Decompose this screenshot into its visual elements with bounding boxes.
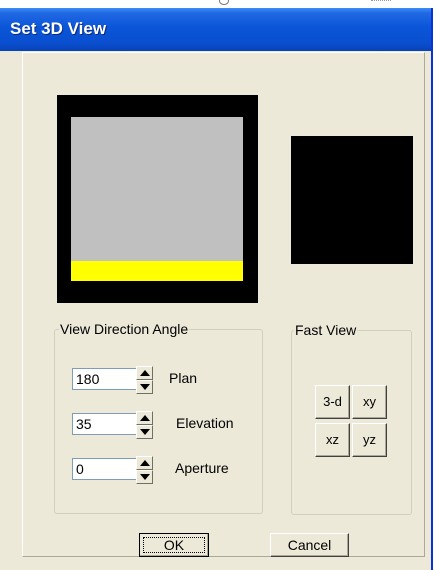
background-window-fragment: [215, 0, 415, 8]
preview-base: [71, 261, 243, 281]
fast-view-xz-button[interactable]: xz: [315, 423, 350, 457]
aperture-label: Aperture: [175, 460, 229, 476]
3d-view-preview: [57, 95, 258, 303]
aperture-spin-down-button[interactable]: [136, 470, 153, 484]
fast-view-xy-button[interactable]: xy: [352, 385, 387, 419]
background-line: [371, 0, 391, 3]
elevation-spin-down-button[interactable]: [136, 425, 153, 439]
plan-spin-down-button[interactable]: [136, 380, 153, 394]
background-glyph-icon: [219, 0, 229, 5]
aperture-input[interactable]: 0: [72, 458, 139, 480]
elevation-spin-up-button[interactable]: [136, 411, 153, 425]
title-bar[interactable]: Set 3D View: [0, 8, 431, 51]
plan-label: Plan: [169, 370, 198, 386]
plan-spin-up-button[interactable]: [136, 366, 153, 380]
aperture-spin-up-button[interactable]: [136, 456, 153, 470]
screen: Set 3D View View Direction Angle 180 Pla…: [0, 0, 439, 570]
plan-spinner: [136, 366, 153, 394]
view-direction-label: View Direction Angle: [59, 321, 190, 337]
aperture-spinner: [136, 456, 153, 484]
preview-plane: [71, 117, 243, 261]
ok-button[interactable]: OK: [139, 533, 209, 557]
down-arrow-icon: [140, 429, 150, 435]
elevation-label: Elevation: [176, 415, 234, 431]
plan-input[interactable]: 180: [72, 368, 139, 390]
orientation-preview: [291, 136, 413, 264]
down-arrow-icon: [140, 384, 150, 390]
cancel-button[interactable]: Cancel: [270, 533, 349, 557]
fast-view-3d-button[interactable]: 3-d: [315, 385, 350, 419]
down-arrow-icon: [140, 474, 150, 480]
elevation-spinner: [136, 411, 153, 439]
fast-view-yz-button[interactable]: yz: [352, 423, 387, 457]
up-arrow-icon: [140, 415, 150, 421]
window-title: Set 3D View: [10, 19, 107, 38]
up-arrow-icon: [140, 370, 150, 376]
fast-view-label: Fast View: [294, 322, 358, 338]
up-arrow-icon: [140, 460, 150, 466]
elevation-input[interactable]: 35: [72, 413, 139, 435]
